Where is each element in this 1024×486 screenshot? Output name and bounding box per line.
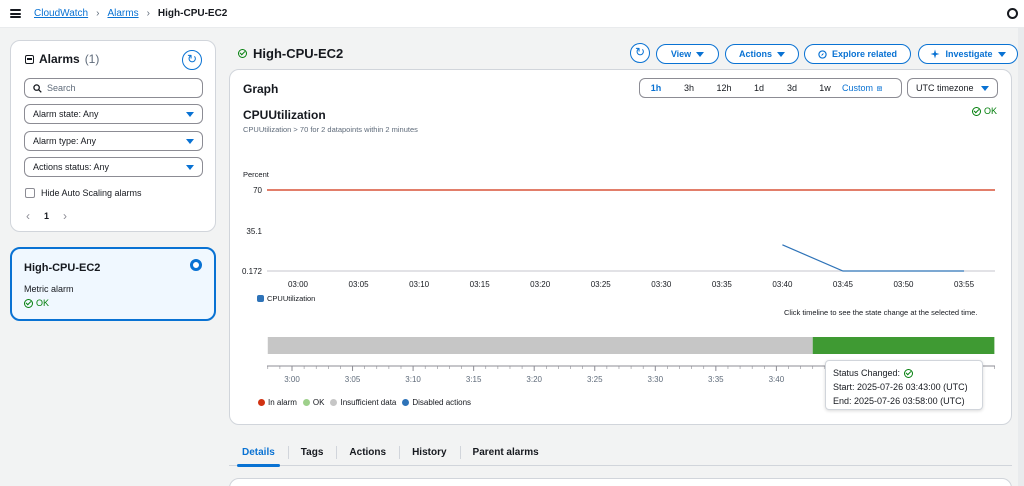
tooltip-end: 2025-07-26 03:58:00 (UTC) (854, 396, 965, 406)
x-tick-label: 03:10 (409, 280, 430, 289)
status-tooltip: Status Changed: Start: 2025-07-26 03:43:… (825, 360, 983, 410)
timeline-segment (812, 337, 995, 354)
timeline-tick-label: 3:35 (708, 375, 724, 384)
y-tick-label: 70 (253, 186, 262, 195)
legend-swatch (302, 399, 310, 406)
x-tick-label: 03:05 (349, 280, 370, 289)
tooltip-start: 2025-07-26 03:43:00 (UTC) (857, 382, 968, 392)
timeline-segment (267, 337, 813, 354)
timeline-legend-item: OK (302, 398, 325, 407)
tooltip-end-row: End: 2025-07-26 03:58:00 (UTC) (833, 394, 975, 408)
x-tick-label: 03:20 (530, 280, 551, 289)
tooltip-end-label: End: (833, 396, 852, 406)
y-tick-label: 0.172 (242, 267, 263, 276)
legend-label: Disabled actions (412, 398, 472, 407)
timeline-hint: Click timeline to see the state change a… (784, 308, 978, 317)
x-tick-label: 03:30 (651, 280, 672, 289)
legend-label: In alarm (268, 398, 297, 407)
tooltip-title-row: Status Changed: (833, 366, 975, 380)
timeline-legend-item: Disabled actions (402, 398, 471, 407)
x-tick-label: 03:25 (591, 280, 612, 289)
timeline-legend-item: Insufficient data (330, 398, 396, 407)
legend-swatch (330, 399, 338, 406)
x-tick-label: 03:40 (772, 280, 793, 289)
tab-actions[interactable]: Actions (336, 440, 399, 465)
chart-legend: CPUUtilization (257, 294, 315, 303)
tab-details[interactable]: Details (229, 440, 288, 467)
tab-tags[interactable]: Tags (287, 440, 337, 465)
timeline-legend: In alarm OK Insufficient data Disabled acti… (258, 398, 477, 407)
x-tick-label: 03:00 (288, 280, 309, 289)
timeline-tick-label: 3:40 (769, 375, 785, 384)
timeline-tick-label: 3:25 (587, 375, 603, 384)
tooltip-title: Status Changed: (833, 368, 901, 378)
timeline-tick-label: 3:05 (345, 375, 361, 384)
cpu-utilization-chart: 70 35.1 0.172 03:00 03:05 03:10 03:15 03:20 03:2… (242, 186, 995, 384)
timeline-tick-label: 3:15 (466, 375, 482, 384)
series-line-cpu (782, 244, 965, 272)
x-tick-label: 03:50 (893, 280, 914, 289)
timeline-tick-label: 3:10 (405, 375, 421, 384)
legend-label-cpu: CPUUtilization (267, 294, 316, 303)
legend-swatch-cpu (257, 295, 264, 302)
details-panel (229, 478, 1012, 486)
timeline-tick-label: 3:00 (284, 375, 300, 384)
tab-parent-alarms[interactable]: Parent alarms (459, 440, 552, 465)
x-tick-label: 03:55 (954, 280, 975, 289)
y-tick-label: 35.1 (246, 227, 262, 236)
x-tick-label: 03:45 (833, 280, 854, 289)
tooltip-start-label: Start: (833, 382, 855, 392)
x-tick-label: 03:35 (712, 280, 733, 289)
tooltip-start-row: Start: 2025-07-26 03:43:00 (UTC) (833, 380, 975, 394)
tab-history[interactable]: History (399, 440, 459, 465)
legend-swatch (258, 399, 265, 406)
x-tick-label: 03:15 (470, 280, 491, 289)
timeline-legend-item: In alarm (258, 398, 297, 407)
timeline-tick-label: 3:20 (526, 375, 542, 384)
scrollbar[interactable] (1018, 28, 1024, 486)
legend-swatch (402, 399, 410, 406)
status-ok-icon (904, 368, 914, 378)
legend-label: Insufficient data (340, 398, 397, 407)
legend-label: OK (312, 398, 325, 407)
timeline-tick-label: 3:30 (648, 375, 664, 384)
detail-tabs: Details Tags Actions History Parent alar… (229, 440, 1012, 467)
